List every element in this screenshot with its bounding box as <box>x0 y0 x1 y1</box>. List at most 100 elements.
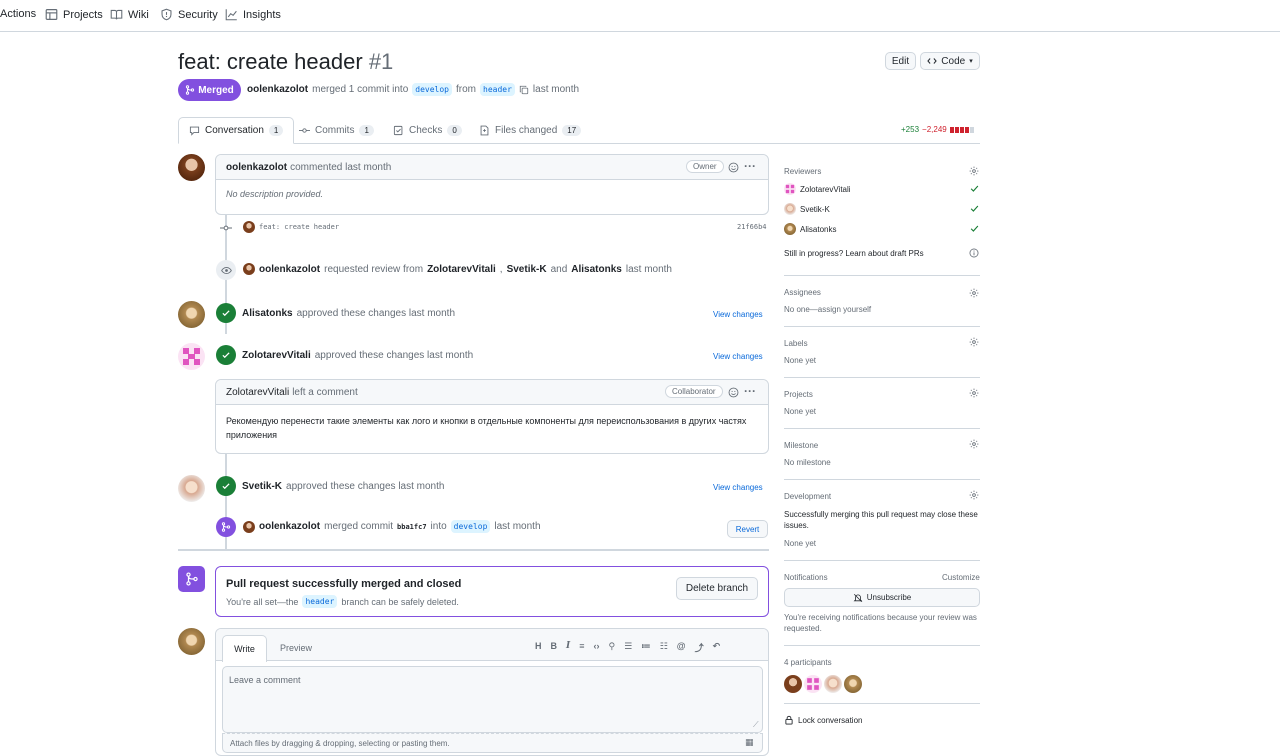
reviewer-name: ZolotarevVitali <box>800 184 851 194</box>
sidebar-milestone-heading[interactable]: Milestone <box>784 441 818 450</box>
copy-icon[interactable] <box>519 85 529 95</box>
reviewer-link[interactable]: Alisatonks <box>571 264 622 275</box>
avatar[interactable] <box>178 475 205 502</box>
sidebar-reviewers-heading[interactable]: Reviewers <box>784 167 821 176</box>
avatar[interactable] <box>243 520 255 533</box>
sidebar-assignees-heading[interactable]: Assignees <box>784 288 821 297</box>
event-text: requested review from <box>324 263 424 275</box>
view-changes-link[interactable]: View changes <box>713 310 763 319</box>
heading-icon[interactable]: H <box>535 641 542 654</box>
unsubscribe-label: Unsubscribe <box>866 593 912 602</box>
reference-icon[interactable]: ⤴ <box>695 641 704 654</box>
tab-checks[interactable]: Checks 0 <box>393 118 462 143</box>
link-icon[interactable]: ⚲ <box>608 641 615 654</box>
sidebar-projects-heading[interactable]: Projects <box>784 390 813 399</box>
nav-security[interactable]: Security <box>160 8 218 21</box>
nav-projects[interactable]: Projects <box>45 8 103 21</box>
event-text: and <box>550 263 568 275</box>
info-icon[interactable] <box>969 248 979 258</box>
avatar[interactable] <box>824 675 842 693</box>
numbered-list-icon[interactable]: ≔ <box>641 641 651 654</box>
gear-icon[interactable] <box>969 288 979 298</box>
base-branch[interactable]: develop <box>412 83 452 96</box>
event-author[interactable]: oolenkazolot <box>259 521 320 532</box>
avatar[interactable] <box>784 675 802 693</box>
tab-commits[interactable]: Commits 1 <box>299 118 374 143</box>
event-author[interactable]: Alisatonks <box>242 308 293 319</box>
markdown-icon[interactable]: ▦ <box>745 737 754 748</box>
code-button[interactable]: Code ▾ <box>920 52 980 70</box>
gear-icon[interactable] <box>969 439 979 449</box>
delete-branch-button[interactable]: Delete branch <box>676 577 758 600</box>
unsubscribe-button[interactable]: Unsubscribe <box>784 588 980 607</box>
commit-message[interactable]: feat: create header <box>259 223 339 231</box>
resize-handle-icon[interactable]: ⟋ <box>753 720 759 730</box>
reviewer-name: Svetik-K <box>800 204 830 214</box>
customize-link[interactable]: Customize <box>942 573 980 582</box>
comment-author[interactable]: oolenkazolot <box>226 162 287 173</box>
avatar[interactable] <box>844 675 862 693</box>
bullet-list-icon[interactable]: ☰ <box>624 641 632 654</box>
tab-conversation[interactable]: Conversation 1 <box>178 117 295 144</box>
avatar[interactable] <box>243 221 255 233</box>
draft-pr-link[interactable]: Still in progress? Learn about draft PRs <box>784 249 924 258</box>
base-branch[interactable]: develop <box>450 520 491 533</box>
pr-meta: oolenkazolot merged 1 commit into develo… <box>247 83 579 96</box>
view-changes-link[interactable]: View changes <box>713 352 763 361</box>
avatar[interactable] <box>178 301 205 328</box>
avatar[interactable] <box>243 263 255 275</box>
nav-wiki[interactable]: Wiki <box>110 8 149 21</box>
nav-actions[interactable]: Actions <box>0 8 36 20</box>
event-author[interactable]: oolenkazolot <box>259 264 320 275</box>
attach-bar[interactable]: Attach files by dragging & dropping, sel… <box>222 733 763 753</box>
avatar[interactable] <box>804 675 822 693</box>
smiley-icon[interactable] <box>728 162 739 173</box>
gear-icon[interactable] <box>969 490 979 500</box>
assignees-value[interactable]: No one—assign yourself <box>784 305 871 314</box>
event-author[interactable]: Svetik-K <box>242 481 282 492</box>
tab-preview[interactable]: Preview <box>280 643 312 653</box>
reviewer-name: Alisatonks <box>800 224 837 234</box>
comment-author[interactable]: ZolotarevVitali <box>226 387 289 398</box>
view-changes-link[interactable]: View changes <box>713 483 763 492</box>
italic-icon[interactable]: I <box>566 641 570 654</box>
kebab-icon[interactable]: ··· <box>744 384 756 398</box>
kebab-icon[interactable]: ··· <box>744 159 756 173</box>
gear-icon[interactable] <box>969 166 979 176</box>
quote-icon[interactable]: ≡ <box>579 641 584 654</box>
pr-number: #1 <box>368 49 394 74</box>
avatar[interactable] <box>178 343 205 370</box>
gear-icon[interactable] <box>969 388 979 398</box>
reviewer-item[interactable]: ZolotarevVitali <box>784 183 851 195</box>
commit-sha[interactable]: 21f66b4 <box>737 223 767 231</box>
task-list-icon[interactable]: ☷ <box>660 641 668 654</box>
head-branch[interactable]: header <box>480 83 515 96</box>
tab-commits-count: 1 <box>359 125 374 136</box>
gear-icon[interactable] <box>969 337 979 347</box>
mention-icon[interactable]: @ <box>677 641 686 654</box>
reviewer-item[interactable]: Svetik-K <box>784 203 830 215</box>
code-icon[interactable]: ‹› <box>593 641 599 654</box>
tab-files-changed[interactable]: Files changed 17 <box>479 118 582 143</box>
event-author[interactable]: ZolotarevVitali <box>242 350 311 361</box>
reviewer-link[interactable]: ZolotarevVitali <box>427 264 496 275</box>
revert-button[interactable]: Revert <box>727 520 768 538</box>
sidebar-labels-heading[interactable]: Labels <box>784 339 808 348</box>
comment-textarea[interactable]: Leave a comment ⟋ <box>222 666 763 733</box>
sidebar-development-heading[interactable]: Development <box>784 492 831 501</box>
head-branch[interactable]: header <box>302 595 338 608</box>
tab-write[interactable]: Write <box>222 635 267 662</box>
merged-title: Pull request successfully merged and clo… <box>226 578 462 590</box>
merge-sha[interactable]: bba1fc7 <box>397 523 427 531</box>
diffstat-deletions: −2,249 <box>922 125 947 134</box>
nav-insights[interactable]: Insights <box>225 8 281 21</box>
reviewer-item[interactable]: Alisatonks <box>784 223 836 235</box>
avatar[interactable] <box>178 154 205 181</box>
lock-conversation[interactable]: Lock conversation <box>784 715 862 725</box>
edit-button[interactable]: Edit <box>885 52 916 70</box>
undo-icon[interactable]: ↶ <box>713 641 721 654</box>
reviewer-link[interactable]: Svetik-K <box>507 264 547 275</box>
author-link[interactable]: oolenkazolot <box>247 84 308 95</box>
smiley-icon[interactable] <box>728 387 739 398</box>
bold-icon[interactable]: B <box>551 641 558 654</box>
